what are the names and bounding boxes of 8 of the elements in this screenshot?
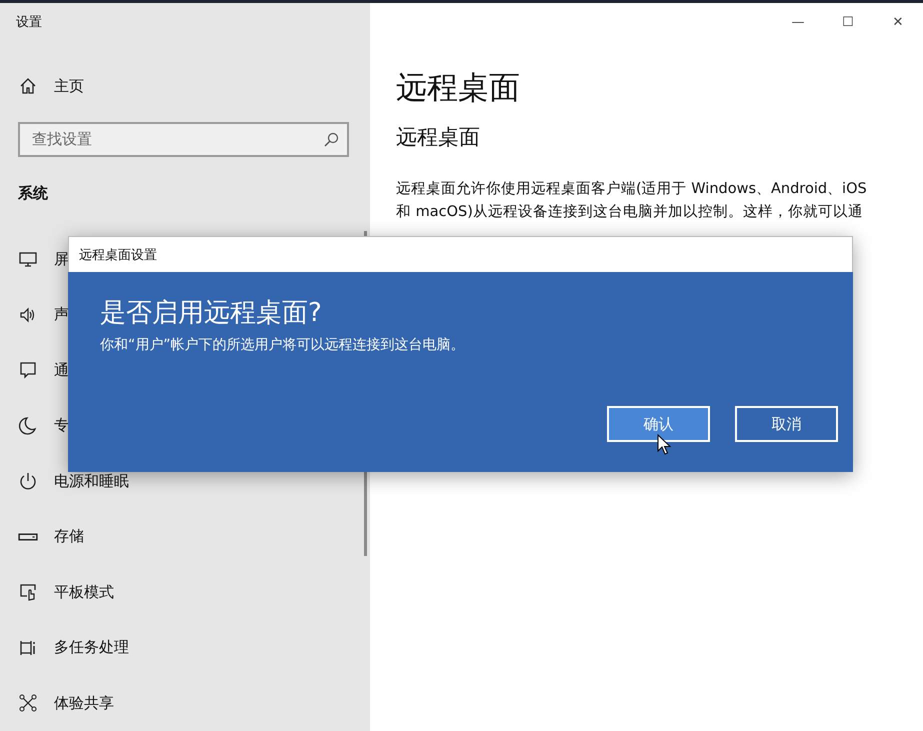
dialog-heading: 是否启用远程桌面? [100,297,322,330]
section-title: 远程桌面 [396,124,481,151]
window-title: 设置 [15,14,42,32]
dialog-title: 远程桌面设置 [79,246,157,264]
page-title: 远程桌面 [396,69,521,108]
dialog-message: 你和“用户”帐户下的所选用户将可以远程连接到这台电脑。 [100,336,465,354]
section-heading: 系统 [17,182,48,204]
description-text: 远程桌面允许你使用远程桌面客户端(适用于 Windows、Android、iOS 和 macOS)从远程设备连接到这台电脑并加以控制。这样，你就可以通 [396,180,867,222]
